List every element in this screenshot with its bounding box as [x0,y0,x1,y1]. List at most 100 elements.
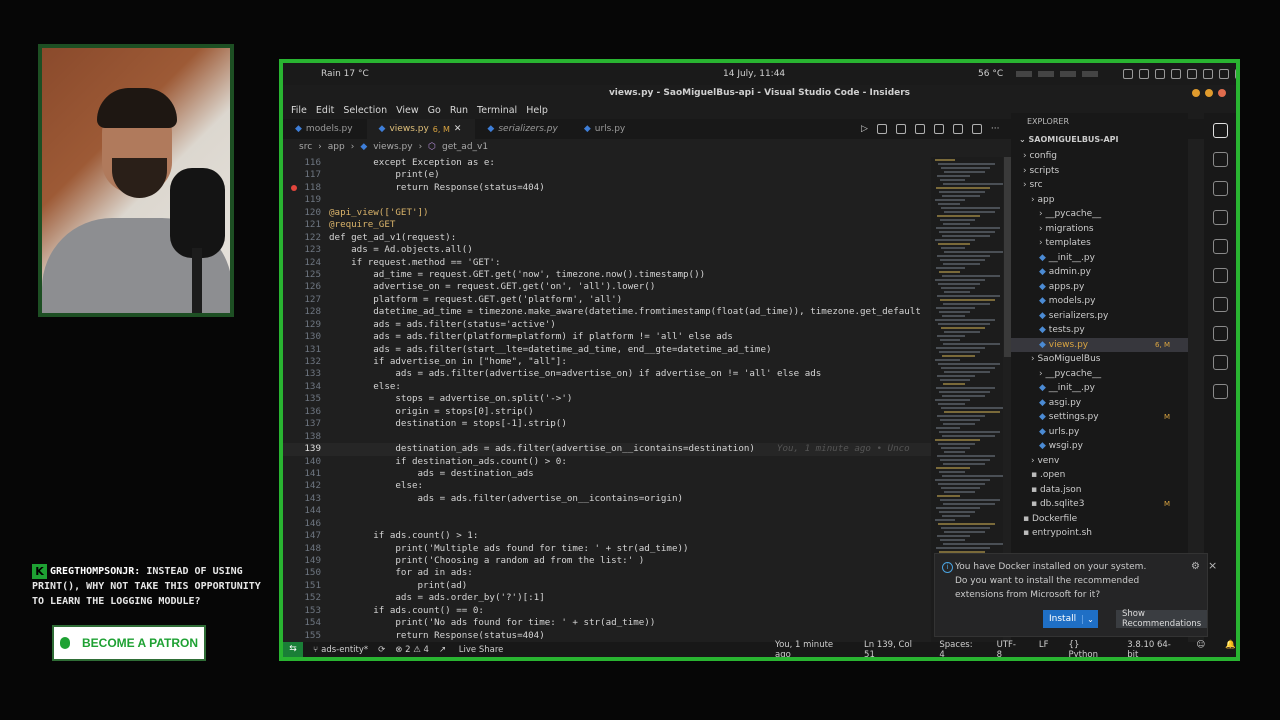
git-branch[interactable]: ads-entity* [321,645,368,655]
cursor-position[interactable]: Ln 139, Col 51 [864,640,919,658]
tree-folder[interactable]: › scripts [1011,164,1188,179]
code-line[interactable]: 127 platform = request.GET.get('platform… [283,294,933,306]
breadcrumb-file[interactable]: views.py [373,142,412,152]
code-line[interactable]: 132 if advertise_on in ["home", "all"]: [283,356,933,368]
tree-file[interactable]: ◆ admin.py [1011,265,1188,280]
tree-file[interactable]: ◆ views.py 6, M [1011,337,1188,352]
code-line[interactable]: 142 else: [283,480,933,492]
menu-edit[interactable]: Edit [316,105,334,116]
tree-file[interactable]: ◆ tests.py [1011,323,1188,338]
git-blame[interactable]: You, 1 minute ago [775,640,844,658]
code-line[interactable]: 120 @api_view(['GET']) [283,207,933,219]
split-editor-icon[interactable] [971,124,982,134]
code-line[interactable]: 147 if ads.count() > 1: [283,530,933,542]
tree-file[interactable]: ◆ models.py [1011,294,1188,309]
code-line[interactable]: 135 stops = advertise_on.split('->') [283,393,933,405]
tab-serializers[interactable]: ◆ serializers.py [475,119,571,139]
tree-folder[interactable]: › SaoMiguelBus [1011,352,1188,367]
code-line[interactable]: 153 if ads.count() == 0: [283,605,933,617]
code-line[interactable]: 139 destination_ads = ads.filter(adverti… [283,443,933,456]
tree-folder[interactable]: › __pycache__ [1011,367,1188,382]
revert-icon[interactable] [895,124,906,134]
tab-urls[interactable]: ◆ urls.py [572,119,639,139]
breakpoint-icon[interactable] [291,184,297,191]
code-line[interactable]: 119 [283,194,933,206]
feedback-icon[interactable]: ☺ [1197,640,1206,658]
tree-folder[interactable]: › __pycache__ [1011,207,1188,222]
tree-file[interactable]: ◆ __init__.py [1011,251,1188,266]
menu-help[interactable]: Help [526,105,548,116]
python-interpreter[interactable]: 3.8.10 64-bit [1127,640,1176,658]
code-line[interactable]: 148 print('Multiple ads found for time: … [283,543,933,555]
testing-icon[interactable] [1212,268,1228,283]
project-root[interactable]: ⌄ SAOMIGUELBUS-API [1011,131,1188,149]
menu-terminal[interactable]: Terminal [477,105,517,116]
code-line[interactable]: 129 ads = ads.filter(status='active') [283,319,933,331]
clock[interactable]: 14 July, 11:44 [723,69,785,79]
tree-folder[interactable]: › app [1011,193,1188,208]
menu-run[interactable]: Run [450,105,468,116]
previous-change-icon[interactable] [914,124,925,134]
code-line[interactable]: 130 ads = ads.filter(platform=platform) … [283,331,933,343]
code-line[interactable]: 152 ads = ads.order_by('?')[:1] [283,592,933,604]
run-debug-icon[interactable] [1212,210,1228,225]
become-patron-button[interactable]: BECOME A PATRON [52,625,206,661]
language-mode[interactable]: {} Python [1069,640,1108,658]
maximize-button[interactable] [1205,89,1213,97]
tree-file[interactable]: ◆ __init__.py [1011,381,1188,396]
code-line[interactable]: 154 print('No ads found for time: ' + st… [283,617,933,629]
tree-file[interactable]: ◆ wsgi.py [1011,439,1188,454]
code-line[interactable]: 118 return Response(status=404) [283,182,933,194]
code-line[interactable]: 122 def get_ad_v1(request): [283,232,933,244]
code-line[interactable]: 134 else: [283,381,933,393]
encoding[interactable]: UTF-8 [997,640,1019,658]
breadcrumb-symbol[interactable]: get_ad_v1 [442,142,488,152]
line-ending[interactable]: LF [1039,640,1049,658]
chevron-down-icon[interactable]: ⌄ [1082,614,1098,624]
tree-file[interactable]: ▪ db.sqlite3 M [1011,497,1188,512]
code-line[interactable]: 149 print('Choosing a random ad from the… [283,555,933,567]
tree-folder[interactable]: › migrations [1011,222,1188,237]
close-window-button[interactable] [1218,89,1226,97]
tab-models[interactable]: ◆ models.py [283,119,367,139]
tab-views[interactable]: ◆ views.py 6, M ✕ [366,119,476,139]
more-actions-icon[interactable]: ··· [991,124,1000,134]
breadcrumb-src[interactable]: src [299,142,312,152]
minimize-button[interactable] [1192,89,1200,97]
tree-file[interactable]: ◆ settings.py M [1011,410,1188,425]
menu-selection[interactable]: Selection [343,105,387,116]
tree-folder[interactable]: › templates [1011,236,1188,251]
tree-folder[interactable]: › venv [1011,454,1188,469]
code-line[interactable]: 140 if destination_ads.count() > 0: [283,456,933,468]
code-line[interactable]: 151 print(ad) [283,580,933,592]
tree-file[interactable]: ▪ Dockerfile [1011,512,1188,527]
menu-go[interactable]: Go [428,105,441,116]
next-change-icon[interactable] [933,124,944,134]
source-control-icon[interactable] [1212,181,1228,196]
code-line[interactable]: 133 ads = ads.filter(advertise_on=advert… [283,368,933,380]
menu-view[interactable]: View [396,105,419,116]
code-line[interactable]: 125 ad_time = request.GET.get('now', tim… [283,269,933,281]
tree-file[interactable]: ◆ serializers.py [1011,309,1188,324]
remote-icon[interactable]: ⇆ [283,642,303,657]
tree-folder[interactable]: › config [1011,149,1188,164]
tray-icons[interactable] [1123,69,1236,79]
code-line[interactable]: 117 print(e) [283,169,933,181]
code-line[interactable]: 150 for ad in ads: [283,567,933,579]
live-share-button[interactable]: ↗ Live Share [439,645,503,655]
show-recommendations-button[interactable]: Show Recommendations [1116,609,1208,629]
github-icon[interactable] [1212,297,1228,312]
code-line[interactable]: 124 if request.method == 'GET': [283,257,933,269]
breadcrumb-app[interactable]: app [328,142,345,152]
code-line[interactable]: 144 [283,505,933,517]
code-line[interactable]: 131 ads = ads.filter(start__lte=datetime… [283,344,933,356]
explorer-icon[interactable] [1212,123,1228,138]
tree-file[interactable]: ◆ asgi.py [1011,396,1188,411]
search-icon[interactable] [1212,152,1228,167]
code-editor[interactable]: 116 except Exception as e: 117 print(e) 11… [283,157,933,650]
tree-file[interactable]: ▪ entrypoint.sh [1011,526,1188,541]
extensions-icon[interactable] [1212,239,1228,254]
tree-file[interactable]: ◆ apps.py [1011,280,1188,295]
tree-file[interactable]: ◆ urls.py [1011,425,1188,440]
tree-file[interactable]: ▪ .open [1011,468,1188,483]
